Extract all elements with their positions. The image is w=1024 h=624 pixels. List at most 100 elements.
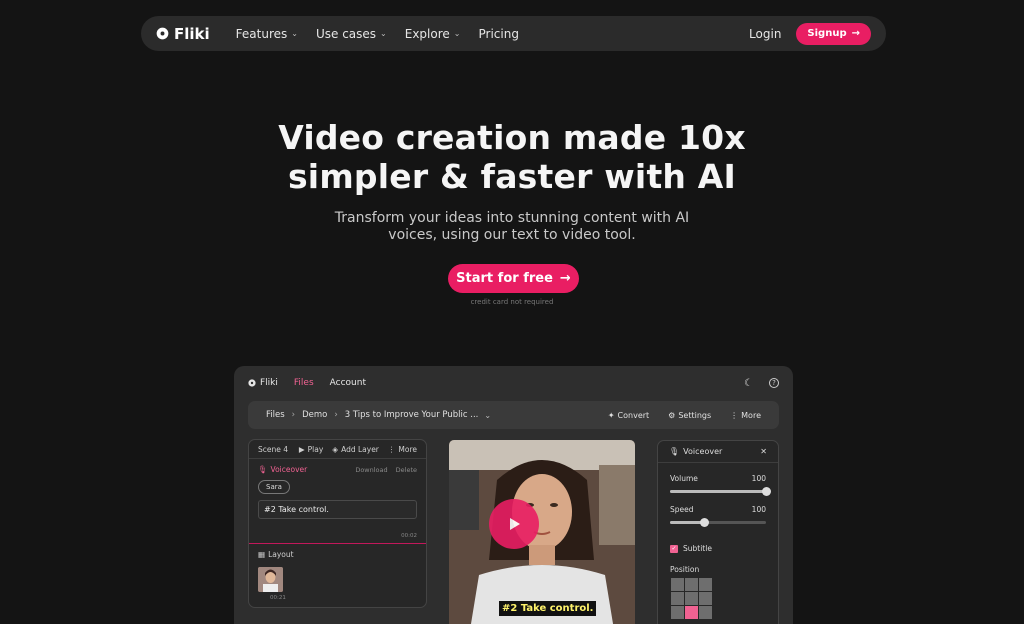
volume-slider-fill	[670, 490, 766, 493]
position-cell[interactable]	[699, 592, 712, 605]
tab-files[interactable]: Files	[294, 378, 314, 388]
nav-item-label: Use cases	[315, 26, 377, 41]
voiceover-label: Voiceover	[270, 465, 308, 474]
gear-icon: ⚙	[668, 410, 676, 420]
delete-link[interactable]: Delete	[396, 466, 417, 474]
microphone-icon: 🎙	[669, 447, 680, 456]
more-button[interactable]: ⋮ More	[730, 411, 761, 420]
more-label: More	[741, 410, 761, 420]
layer-time: 00:21	[270, 595, 286, 601]
layout-section: ▦ Layout 00:21	[249, 544, 426, 607]
chevron-down-icon[interactable]: ⌄	[484, 411, 491, 420]
play-button[interactable]	[489, 499, 539, 549]
hero-title: Video creation made 10x simpler & faster…	[0, 118, 1024, 196]
convert-button[interactable]: ✦ Convert	[608, 411, 649, 420]
settings-button[interactable]: ⚙ Settings	[668, 411, 711, 420]
hero-title-line-1: Video creation made 10x	[278, 118, 746, 157]
subtitle-toggle[interactable]: ✓ Subtitle	[658, 544, 778, 553]
voiceover-panel: 🎙 Voiceover ✕ Volume 100 Speed 100 ✓ Sub…	[657, 440, 779, 624]
video-frame-image	[449, 440, 635, 624]
add-layer-label: Add Layer	[341, 444, 379, 454]
voice-chip[interactable]: Sara	[258, 480, 290, 494]
convert-label: Convert	[617, 410, 650, 420]
volume-slider[interactable]	[670, 487, 771, 496]
app-brand-name: Fliki	[260, 378, 278, 388]
more-vertical-icon: ⋮	[730, 410, 739, 420]
play-circle-icon: ▶	[298, 444, 305, 454]
settings-label: Settings	[678, 410, 712, 420]
position-cell[interactable]	[699, 578, 712, 591]
speed-slider[interactable]	[670, 518, 766, 527]
volume-label: Volume	[670, 474, 698, 483]
app-topbar: Fliki Files Account ☾ ?	[248, 376, 779, 390]
volume-spacer	[698, 474, 752, 483]
position-grid	[671, 578, 766, 619]
scene-panel: Scene 4 ▶ Play ◈ Add Layer ⋮ More 🎙 Voic…	[248, 439, 427, 608]
layers-icon: ◈	[332, 444, 339, 454]
position-cell[interactable]	[685, 592, 698, 605]
video-preview[interactable]: #2 Take control.	[449, 440, 635, 624]
signup-button[interactable]: Signup →	[796, 22, 871, 45]
volume-row: Volume 100	[658, 474, 778, 483]
position-cell[interactable]	[685, 606, 698, 619]
video-caption: #2 Take control.	[499, 601, 597, 616]
chevron-down-icon: ⌄	[291, 29, 298, 38]
nav-item-pricing[interactable]: Pricing	[478, 27, 518, 41]
speed-slider-handle[interactable]	[699, 518, 709, 527]
nav-item-explore[interactable]: Explore ⌄	[405, 27, 461, 41]
layout-title: ▦ Layout	[258, 550, 417, 559]
nav-item-use-cases[interactable]: Use cases ⌄	[316, 27, 387, 41]
nav-item-label: Pricing	[478, 26, 519, 41]
voiceover-layer-header: 🎙 Voiceover Download Delete	[258, 465, 417, 474]
voiceover-panel-title: Voiceover	[683, 447, 723, 456]
breadcrumb-file[interactable]: 3 Tips to Improve Your Public ...	[345, 410, 479, 420]
speed-spacer	[694, 505, 752, 514]
position-cell[interactable]	[699, 606, 712, 619]
subtitle-checkbox[interactable]: ✓	[670, 544, 678, 553]
breadcrumb-files[interactable]: Files	[266, 410, 285, 420]
voiceover-layer[interactable]: 🎙 Voiceover Download Delete Sara #2 Take…	[249, 459, 426, 544]
cta-note: credit card not required	[470, 298, 554, 306]
breadcrumb: Files › Demo › 3 Tips to Improve Your Pu…	[248, 401, 779, 429]
subtitle-label: Subtitle	[683, 544, 712, 553]
hero-subtitle-line-1: Transform your ideas into stunning conte…	[334, 210, 690, 226]
app-preview: Fliki Files Account ☾ ? Files › Demo › 3…	[234, 366, 793, 624]
scene-more-label: More	[398, 444, 417, 454]
layer-thumbnail[interactable]	[258, 567, 283, 592]
position-cell[interactable]	[671, 578, 684, 591]
position-cell[interactable]	[671, 606, 684, 619]
chevron-down-icon: ⌄	[453, 29, 461, 38]
position-cell[interactable]	[685, 578, 698, 591]
app-brand[interactable]: Fliki	[248, 378, 278, 388]
cta-label: Start for free	[456, 271, 553, 286]
moon-icon[interactable]: ☾	[744, 378, 753, 389]
position-cell[interactable]	[671, 592, 684, 605]
download-link[interactable]: Download	[355, 466, 387, 474]
chevron-down-icon: ⌄	[380, 29, 387, 38]
scene-play-button[interactable]: ▶ Play	[299, 445, 323, 454]
start-for-free-button[interactable]: Start for free →	[448, 264, 579, 293]
brand-logo[interactable]: Fliki	[156, 25, 210, 43]
voiceover-text-input[interactable]: #2 Take control.	[258, 500, 417, 519]
breadcrumb-demo[interactable]: Demo	[302, 410, 327, 420]
volume-value: 100	[751, 474, 766, 483]
login-link[interactable]: Login	[749, 27, 781, 41]
add-layer-button[interactable]: ◈ Add Layer	[332, 445, 379, 454]
nav-item-features[interactable]: Features ⌄	[236, 27, 298, 41]
fliki-logo-icon	[248, 379, 256, 387]
top-nav: Fliki Features ⌄ Use cases ⌄ Explore ⌄ P…	[141, 16, 886, 51]
volume-slider-handle[interactable]	[762, 487, 771, 496]
tab-account[interactable]: Account	[330, 378, 366, 388]
nav-item-label: Features	[235, 26, 288, 41]
arrow-right-icon: →	[851, 28, 860, 39]
play-label: Play	[307, 444, 324, 454]
voiceover-duration: 00:02	[401, 533, 417, 539]
grid-icon: ▦	[258, 550, 266, 559]
scene-more-button[interactable]: ⋮ More	[388, 445, 417, 454]
hero-subtitle: Transform your ideas into stunning conte…	[0, 210, 1024, 244]
close-icon[interactable]: ✕	[760, 447, 767, 456]
voiceover-panel-header: 🎙 Voiceover ✕	[658, 441, 778, 463]
scene-title: Scene 4	[258, 444, 289, 454]
fliki-logo-icon	[156, 27, 169, 40]
help-icon[interactable]: ?	[769, 378, 779, 388]
